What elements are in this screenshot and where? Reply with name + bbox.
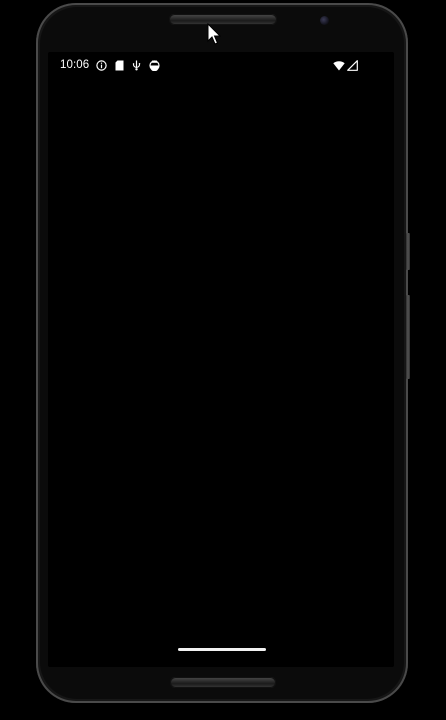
- status-bar[interactable]: 10:06: [48, 52, 394, 78]
- wifi-icon: [333, 60, 345, 71]
- power-button[interactable]: [406, 233, 410, 270]
- top-speaker-grille: [169, 14, 277, 25]
- status-time: 10:06: [60, 59, 90, 71]
- front-camera: [320, 16, 329, 25]
- volume-rocker[interactable]: [406, 295, 410, 379]
- info-circle-icon: [96, 59, 107, 71]
- system-icons: [333, 59, 358, 71]
- mouse-pointer-icon: [207, 22, 223, 47]
- cell-signal-icon: [347, 59, 358, 71]
- media-icon: [149, 59, 160, 71]
- sd-card-icon: [115, 60, 124, 71]
- usb-debug-icon: [132, 60, 141, 71]
- gesture-navigation-handle[interactable]: [178, 648, 266, 651]
- emulator-stage: 10:06: [0, 0, 446, 720]
- device-screen[interactable]: 10:06: [48, 52, 394, 667]
- bottom-speaker-grille: [170, 677, 276, 688]
- notification-icons: [96, 59, 160, 71]
